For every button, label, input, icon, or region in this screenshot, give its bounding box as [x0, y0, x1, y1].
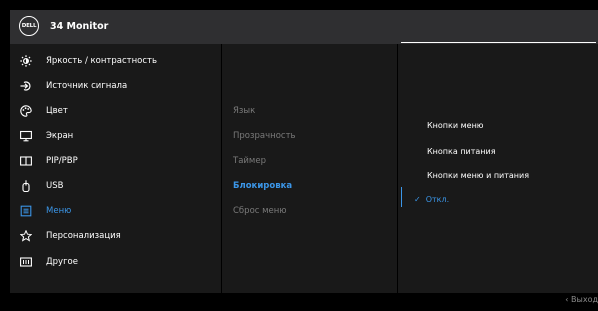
menu-item-input-source[interactable]: Источник сигнала	[20, 78, 220, 94]
exit-button[interactable]: ‹ Выход	[565, 295, 598, 304]
menu-icon	[20, 205, 32, 217]
exit-label: Выход	[571, 295, 598, 304]
input-source-icon	[20, 80, 32, 92]
option-menu-and-power-buttons[interactable]: Кнопки меню и питания	[427, 167, 529, 183]
menu-item-color[interactable]: Цвет	[20, 103, 220, 119]
selection-indicator	[401, 187, 402, 207]
options-panel: Кнопки меню Кнопка питания Кнопки меню и…	[398, 44, 598, 293]
menu-item-usb[interactable]: USB	[20, 178, 220, 194]
menu-item-label: Меню	[46, 206, 72, 216]
option-off[interactable]: ✓ Откл.	[414, 191, 449, 207]
osd-header: DELL 34 Monitor	[10, 10, 598, 44]
option-power-button[interactable]: Кнопка питания	[427, 143, 496, 159]
menu-item-brightness-contrast[interactable]: Яркость / контрастность	[20, 53, 220, 69]
star-icon	[20, 230, 32, 242]
monitor-osd: DELL 34 Monitor Яркость / контрастность …	[0, 0, 598, 311]
menu-item-label: USB	[46, 181, 64, 191]
header-divider	[401, 42, 596, 43]
menu-item-pip-pbp[interactable]: PIP/PBP	[20, 153, 220, 169]
main-menu-panel: Яркость / контрастность Источник сигнала…	[10, 44, 221, 293]
submenu-panel: Язык Прозрачность Таймер Блокировка Сбро…	[222, 44, 397, 293]
menu-item-label: Источник сигнала	[46, 81, 128, 91]
option-menu-buttons[interactable]: Кнопки меню	[427, 117, 484, 133]
pip-pbp-icon	[20, 155, 32, 167]
menu-item-label: Персонализация	[46, 231, 121, 241]
menu-item-label: Экран	[46, 131, 74, 141]
color-palette-icon	[20, 105, 32, 117]
monitor-title: 34 Monitor	[50, 21, 109, 32]
dell-logo: DELL	[19, 16, 39, 36]
menu-item-label: Цвет	[46, 106, 68, 116]
display-icon	[20, 130, 32, 142]
option-label: Откл.	[425, 194, 450, 204]
chevron-left-icon: ‹	[565, 295, 569, 304]
menu-item-label: Яркость / контрастность	[46, 56, 158, 66]
usb-icon	[20, 180, 32, 192]
submenu-item-lock[interactable]: Блокировка	[233, 178, 292, 194]
menu-item-personalize[interactable]: Персонализация	[20, 228, 220, 244]
menu-item-other[interactable]: Другое	[20, 254, 220, 270]
submenu-item-timer[interactable]: Таймер	[233, 153, 266, 169]
brightness-icon	[20, 55, 32, 67]
menu-item-label: PIP/PBP	[46, 156, 78, 166]
submenu-item-reset-menu[interactable]: Сброс меню	[233, 203, 287, 219]
menu-item-label: Другое	[46, 257, 78, 267]
other-icon	[20, 256, 32, 268]
menu-item-display[interactable]: Экран	[20, 128, 220, 144]
menu-item-menu[interactable]: Меню	[20, 203, 220, 219]
check-icon: ✓	[414, 194, 421, 204]
submenu-item-transparency[interactable]: Прозрачность	[233, 128, 296, 144]
submenu-item-language[interactable]: Язык	[233, 103, 255, 119]
